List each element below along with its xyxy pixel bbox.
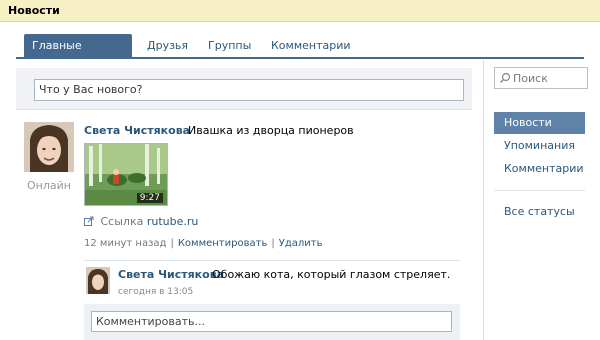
tab-friends[interactable]: Друзья	[139, 34, 196, 58]
post-author-link[interactable]: Света Чистякова	[84, 124, 190, 137]
link-label: Ссылка	[100, 215, 144, 228]
sidebar-item-mentions[interactable]: Упоминания	[494, 135, 585, 157]
tab-main-news[interactable]: Главные новости	[24, 34, 132, 76]
comment-action[interactable]: Комментировать	[178, 238, 268, 249]
sidebar-item-comments[interactable]: Комментарии	[494, 158, 585, 180]
column-divider	[483, 60, 484, 340]
page-header: Новости	[0, 0, 600, 22]
page-title: Новости	[8, 4, 60, 17]
search-field[interactable]: Поиск	[494, 67, 588, 89]
video-duration: 9:27	[136, 193, 163, 203]
external-link-icon	[84, 216, 94, 226]
tabs-underline	[16, 57, 584, 59]
comment-author-link[interactable]: Света Чистякова	[118, 268, 224, 281]
delete-action[interactable]: Удалить	[279, 238, 323, 249]
video-thumbnail[interactable]: 9:27	[84, 143, 168, 206]
author-avatar[interactable]	[24, 122, 74, 172]
news-tabs: Главные новости Друзья Группы Комментари…	[24, 34, 584, 76]
status-input[interactable]: Что у Вас нового?	[34, 79, 464, 101]
post-meta: 12 минут назад | Комментировать | Удалить	[84, 238, 323, 249]
post-text: Ивашка из дворца пионеров	[188, 124, 354, 137]
link-attachment: Ссылка rutube.ru	[84, 215, 198, 228]
tab-comments[interactable]: Комментарии	[263, 34, 359, 58]
sidebar-item-news[interactable]: Новости	[494, 112, 585, 134]
comments-divider	[84, 260, 460, 261]
search-icon	[499, 72, 511, 84]
comment-avatar[interactable]	[86, 267, 110, 294]
tab-groups[interactable]: Группы	[200, 34, 259, 58]
comment-input[interactable]: Комментировать...	[91, 311, 452, 332]
sidebar-divider	[494, 190, 585, 191]
comment-date: сегодня в 13:05	[118, 287, 194, 297]
link-url[interactable]: rutube.ru	[147, 215, 199, 228]
sidebar-item-all-statuses[interactable]: Все статусы	[494, 201, 585, 223]
comment-text: Обожаю кота, который глазом стреляет.	[212, 268, 451, 281]
post-time[interactable]: 12 минут назад	[84, 238, 166, 249]
search-placeholder: Поиск	[513, 72, 548, 85]
online-status: Онлайн	[27, 179, 71, 192]
